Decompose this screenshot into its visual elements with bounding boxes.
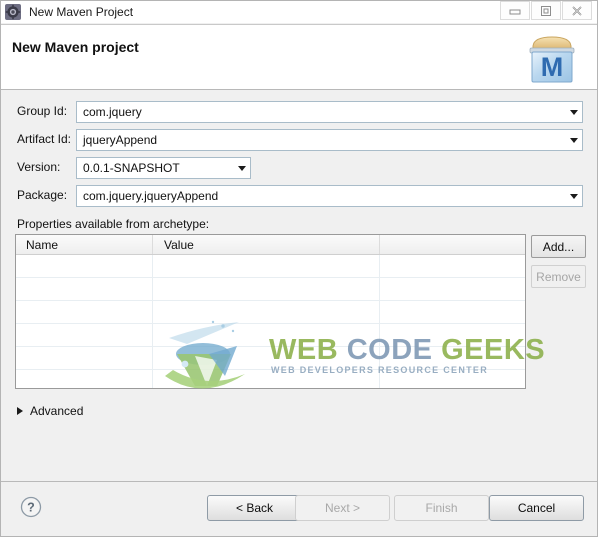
add-button-label: Add...: [542, 239, 575, 254]
title-bar: New Maven Project: [0, 0, 598, 23]
advanced-expander[interactable]: Advanced: [17, 404, 83, 418]
next-button-label: Next >: [324, 501, 360, 515]
field-row-artifact-id: Artifact Id: jqueryAppend: [1, 129, 597, 151]
maximize-icon: [539, 5, 553, 17]
table-body: [16, 255, 525, 388]
table-row[interactable]: [16, 370, 525, 388]
add-property-button[interactable]: Add...: [531, 235, 586, 258]
svg-text:?: ?: [27, 501, 35, 515]
table-row[interactable]: [16, 278, 525, 301]
column-divider[interactable]: [152, 235, 153, 254]
table-row[interactable]: [16, 347, 525, 370]
group-id-value: com.jquery: [83, 105, 142, 119]
chevron-down-icon[interactable]: [565, 130, 582, 150]
version-input[interactable]: 0.0.1-SNAPSHOT: [76, 157, 251, 179]
properties-section-label: Properties available from archetype:: [17, 217, 210, 231]
remove-button-label: Remove: [536, 269, 581, 284]
maximize-button[interactable]: [531, 1, 561, 20]
close-icon: [570, 5, 584, 17]
back-button-label: < Back: [235, 501, 274, 515]
chevron-down-icon[interactable]: [565, 186, 582, 206]
dialog-header: New Maven project M: [1, 24, 597, 90]
package-label: Package:: [17, 188, 68, 202]
eclipse-gear-icon: [5, 3, 21, 20]
dialog-footer: ? < Back Next > Finish Cancel: [1, 482, 597, 536]
maven-logo: M: [521, 29, 583, 87]
chevron-down-icon[interactable]: [565, 102, 582, 122]
finish-button-label: Finish: [425, 501, 458, 515]
triangle-right-icon: [17, 407, 23, 415]
artifact-id-value: jqueryAppend: [83, 133, 158, 147]
help-button[interactable]: ?: [20, 496, 42, 518]
finish-button: Finish: [394, 495, 489, 521]
properties-table[interactable]: Name Value: [15, 234, 526, 389]
new-maven-project-dialog: New Maven Project New Maven project M Gr…: [0, 0, 598, 537]
next-button: Next >: [295, 495, 390, 521]
artifact-id-label: Artifact Id:: [17, 132, 72, 146]
version-label: Version:: [17, 160, 61, 174]
dialog-body: Group Id: com.jquery Artifact Id: jquery…: [1, 91, 597, 480]
column-divider: [152, 255, 153, 388]
field-row-version: Version: 0.0.1-SNAPSHOT: [1, 157, 597, 179]
cancel-button-label: Cancel: [517, 501, 556, 515]
svg-text:M: M: [541, 52, 564, 82]
column-divider[interactable]: [379, 235, 380, 254]
column-header-name[interactable]: Name: [26, 238, 58, 252]
version-value: 0.0.1-SNAPSHOT: [83, 161, 180, 175]
close-button[interactable]: [562, 1, 592, 20]
back-button[interactable]: < Back: [207, 495, 302, 521]
minimize-icon: [508, 6, 522, 16]
field-row-group-id: Group Id: com.jquery: [1, 101, 597, 123]
table-row[interactable]: [16, 324, 525, 347]
package-value: com.jquery.jqueryAppend: [83, 189, 219, 203]
minimize-button[interactable]: [500, 1, 530, 20]
table-row[interactable]: [16, 255, 525, 278]
field-row-package: Package: com.jquery.jqueryAppend: [1, 185, 597, 207]
window-controls: [500, 1, 592, 20]
group-id-input[interactable]: com.jquery: [76, 101, 583, 123]
table-row[interactable]: [16, 301, 525, 324]
column-header-value[interactable]: Value: [164, 238, 194, 252]
table-header-row: Name Value: [16, 235, 525, 255]
column-divider: [379, 255, 380, 388]
window-title: New Maven Project: [29, 4, 134, 19]
page-title: New Maven project: [12, 39, 139, 55]
remove-property-button: Remove: [531, 265, 586, 288]
advanced-label: Advanced: [30, 404, 84, 418]
package-input[interactable]: com.jquery.jqueryAppend: [76, 185, 583, 207]
artifact-id-input[interactable]: jqueryAppend: [76, 129, 583, 151]
cancel-button[interactable]: Cancel: [489, 495, 584, 521]
group-id-label: Group Id:: [17, 104, 68, 118]
chevron-down-icon[interactable]: [233, 158, 250, 178]
